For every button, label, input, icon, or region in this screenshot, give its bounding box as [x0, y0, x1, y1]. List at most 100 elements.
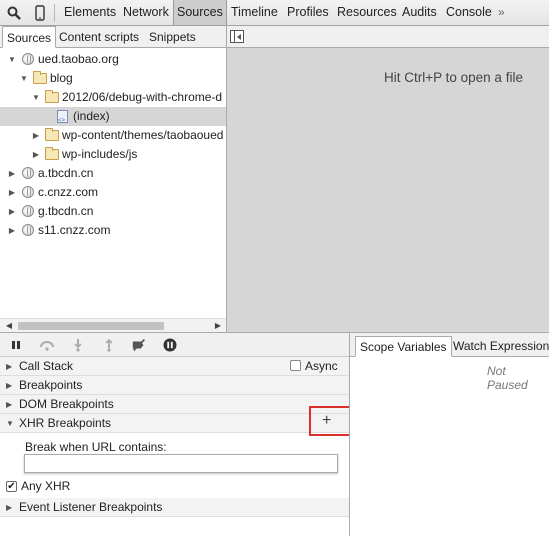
scroll-right-icon[interactable]: ▶ — [211, 319, 225, 333]
tree-item-label: 2012/06/debug-with-chrome-d — [62, 90, 223, 104]
collapse-arrow-icon[interactable]: ▶ — [6, 498, 12, 517]
scope-tabs: Scope Variables Watch Expressions — [350, 333, 549, 357]
open-file-hint: Hit Ctrl+P to open a file — [384, 70, 523, 85]
tree-item-label: g.tbcdn.cn — [38, 204, 94, 218]
xhr-breakpoints-pane[interactable]: ▼ XHR Breakpoints — [0, 414, 349, 433]
dom-breakpoints-pane[interactable]: ▶ DOM Breakpoints — [0, 395, 349, 414]
globe-icon — [22, 205, 34, 217]
toggle-navigator-icon[interactable] — [230, 30, 244, 43]
navigator-tabs: Sources Content scripts Snippets — [0, 26, 227, 48]
tab-network[interactable]: Network — [120, 0, 172, 25]
editor-toolbar — [227, 26, 549, 48]
tab-profiles[interactable]: Profiles — [284, 0, 332, 25]
tree-horizontal-scrollbar[interactable]: ◀ ▶ — [0, 318, 227, 332]
tab-snippets[interactable]: Snippets — [145, 26, 200, 48]
scrollbar-thumb[interactable] — [18, 322, 164, 330]
tab-sources[interactable]: Sources — [173, 0, 227, 25]
expand-arrow-icon[interactable]: ▼ — [31, 88, 41, 107]
collapse-arrow-icon[interactable]: ▶ — [6, 395, 12, 414]
step-out-icon[interactable] — [101, 337, 117, 353]
pane-title: Breakpoints — [19, 378, 83, 392]
collapse-arrow-icon[interactable]: ▶ — [7, 164, 17, 183]
globe-icon — [22, 53, 34, 65]
pane-title: Event Listener Breakpoints — [19, 500, 163, 514]
collapse-arrow-icon[interactable]: ▶ — [6, 357, 12, 376]
tree-item-domain[interactable]: ▶ a.tbcdn.cn — [0, 164, 227, 183]
search-icon[interactable] — [4, 3, 24, 23]
scope-sidebar: Scope Variables Watch Expressions Not Pa… — [349, 333, 549, 536]
tab-elements[interactable]: Elements — [61, 0, 119, 25]
async-label: Async — [305, 359, 338, 373]
tab-watch-expressions[interactable]: Watch Expressions — [449, 336, 549, 357]
tree-item-folder[interactable]: ▼ 2012/06/debug-with-chrome-d — [0, 88, 227, 107]
pause-on-exceptions-icon[interactable] — [162, 337, 178, 353]
tab-resources[interactable]: Resources — [334, 0, 400, 25]
folder-icon — [45, 147, 59, 160]
xhr-url-input[interactable] — [24, 454, 338, 473]
event-listener-breakpoints-pane[interactable]: ▶ Event Listener Breakpoints — [0, 498, 349, 517]
collapse-arrow-icon[interactable]: ▶ — [31, 126, 41, 145]
expand-arrow-icon[interactable]: ▼ — [6, 414, 14, 433]
folder-icon — [45, 128, 59, 141]
debugger-sidebar: ▶ Call Stack Async ▶ Breakpoints ▶ DOM B… — [0, 357, 352, 536]
toolbar-divider — [54, 4, 55, 22]
folder-icon — [45, 90, 59, 103]
collapse-arrow-icon[interactable]: ▶ — [31, 145, 41, 164]
tree-item-folder[interactable]: ▶ wp-includes/js — [0, 145, 227, 164]
collapse-arrow-icon[interactable]: ▶ — [7, 183, 17, 202]
tab-content-scripts[interactable]: Content scripts — [55, 26, 143, 48]
expand-arrow-icon[interactable]: ▼ — [7, 50, 17, 69]
tab-timeline[interactable]: Timeline — [228, 0, 281, 25]
tree-item-folder[interactable]: ▼ blog — [0, 69, 227, 88]
editor-area: Hit Ctrl+P to open a file — [227, 26, 549, 332]
pane-title: XHR Breakpoints — [19, 416, 112, 430]
tree-item-label: blog — [50, 71, 73, 85]
tab-audits[interactable]: Audits — [399, 0, 440, 25]
breakpoints-pane[interactable]: ▶ Breakpoints — [0, 376, 349, 395]
step-over-icon[interactable] — [39, 337, 55, 353]
tab-navigator-sources[interactable]: Sources — [2, 26, 57, 48]
html-file-icon — [57, 110, 68, 126]
tab-scope-variables[interactable]: Scope Variables — [355, 336, 452, 357]
more-tabs-icon[interactable]: » — [498, 5, 505, 19]
tree-item-label: a.tbcdn.cn — [38, 166, 94, 180]
main-toolbar: Elements Network Sources Timeline Profil… — [0, 0, 549, 26]
async-checkbox[interactable] — [290, 360, 301, 371]
tree-item-folder[interactable]: ▶ wp-content/themes/taobaoued — [0, 126, 227, 145]
plus-icon: + — [322, 412, 332, 429]
globe-icon — [22, 224, 34, 236]
tree-item-domain[interactable]: ▶ c.cnzz.com — [0, 183, 227, 202]
tree-item-domain[interactable]: ▶ s11.cnzz.com — [0, 221, 227, 240]
step-into-icon[interactable] — [70, 337, 86, 353]
add-xhr-breakpoint-button[interactable]: + — [309, 406, 352, 436]
tree-item-label: wp-includes/js — [62, 147, 138, 161]
tree-item-label: (index) — [73, 109, 110, 123]
tab-console[interactable]: Console — [443, 0, 495, 25]
pane-title: Call Stack — [19, 359, 74, 373]
tree-item-label: c.cnzz.com — [38, 185, 99, 199]
any-xhr-label: Any XHR — [21, 479, 71, 493]
pane-title: DOM Breakpoints — [19, 397, 114, 411]
xhr-url-label: Break when URL contains: — [25, 440, 167, 454]
tree-item-domain[interactable]: ▼ ued.taobao.org — [0, 50, 227, 69]
debugger-status: Not Paused — [487, 364, 528, 392]
pause-icon[interactable] — [8, 337, 24, 353]
tree-item-label: wp-content/themes/taobaoued — [62, 128, 224, 142]
debugger-toolbar — [0, 333, 349, 357]
tree-item-label: ued.taobao.org — [38, 52, 119, 66]
file-tree: ▼ ued.taobao.org ▼ blog ▼ 2012/06/debug-… — [0, 48, 227, 318]
tree-item-file[interactable]: (index) — [0, 107, 227, 126]
any-xhr-checkbox[interactable]: ✔ — [6, 481, 17, 492]
mobile-device-icon[interactable] — [30, 3, 50, 23]
collapse-arrow-icon[interactable]: ▶ — [7, 221, 17, 240]
globe-icon — [22, 167, 34, 179]
tree-item-domain[interactable]: ▶ g.tbcdn.cn — [0, 202, 227, 221]
call-stack-pane[interactable]: ▶ Call Stack Async — [0, 357, 349, 376]
expand-arrow-icon[interactable]: ▼ — [19, 69, 29, 88]
tree-item-label: s11.cnzz.com — [38, 223, 111, 237]
collapse-arrow-icon[interactable]: ▶ — [7, 202, 17, 221]
deactivate-breakpoints-icon[interactable] — [131, 337, 147, 353]
scroll-left-icon[interactable]: ◀ — [2, 319, 16, 333]
globe-icon — [22, 186, 34, 198]
collapse-arrow-icon[interactable]: ▶ — [6, 376, 12, 395]
